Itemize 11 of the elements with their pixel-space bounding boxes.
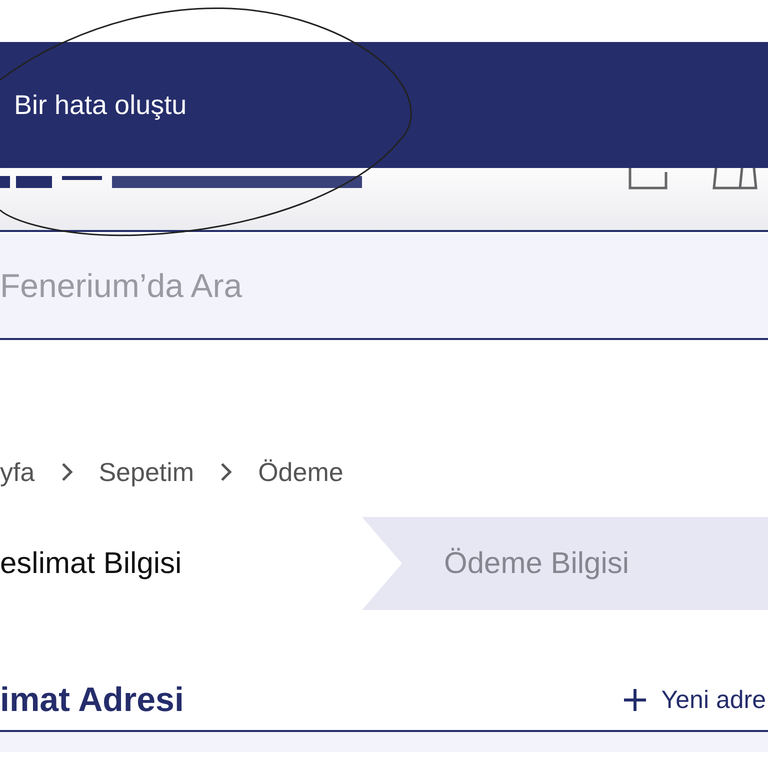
plus-icon xyxy=(623,688,648,712)
section-title: imat Adresi xyxy=(0,680,184,720)
new-address-label[interactable]: Yeni adre xyxy=(661,686,766,714)
breadcrumb-link[interactable]: Ödeme xyxy=(258,456,344,488)
breadcrumb-link[interactable]: yfa xyxy=(0,456,35,488)
search-field[interactable]: Fenerium’da Ara xyxy=(0,234,768,338)
breadcrumb-link[interactable]: Sepetim xyxy=(98,456,194,488)
new-address-link[interactable]: Yeni adre xyxy=(623,686,768,714)
chevron-right-icon xyxy=(220,462,232,482)
toast-message: Bir hata oluştu xyxy=(14,90,187,120)
chevron-right-icon xyxy=(60,462,73,482)
